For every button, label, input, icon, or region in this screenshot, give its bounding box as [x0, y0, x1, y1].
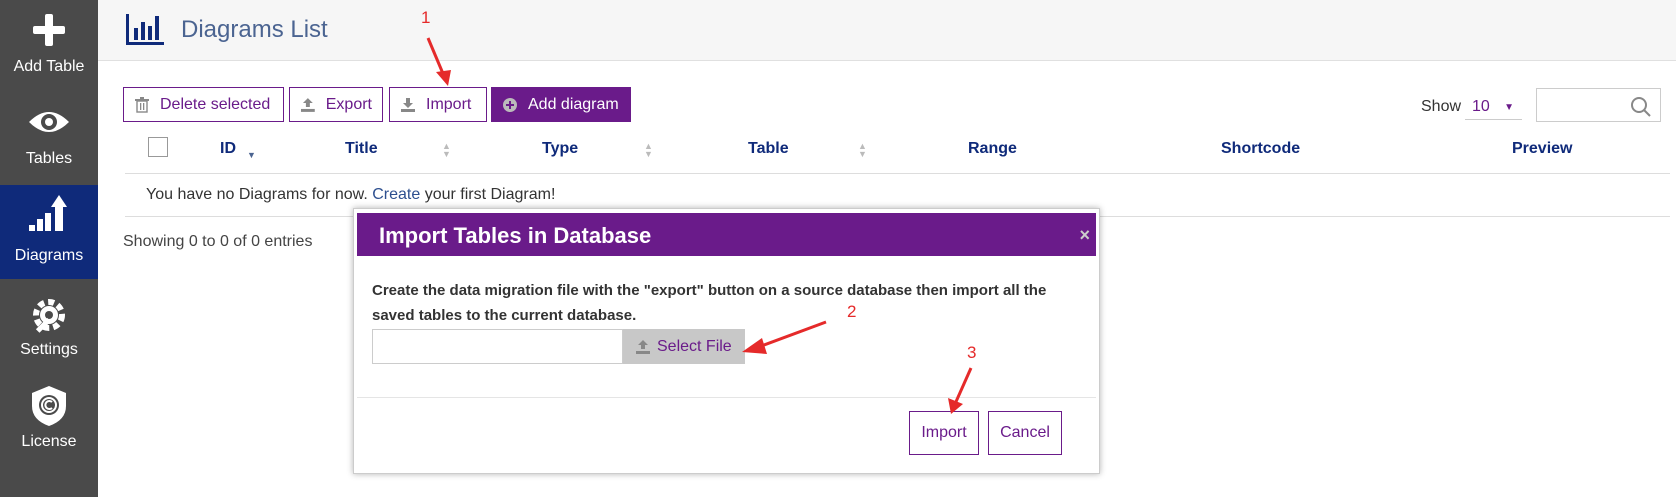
- sidebar-item-settings[interactable]: Settings: [0, 279, 98, 373]
- export-button[interactable]: Export: [289, 87, 383, 122]
- modal-cancel-label: Cancel: [1000, 424, 1050, 441]
- import-modal: Import Tables in Database × Create the d…: [353, 208, 1100, 474]
- download-icon: [401, 97, 415, 112]
- create-diagram-link[interactable]: Create: [372, 186, 420, 203]
- entries-per-page-value: 10: [1472, 98, 1490, 115]
- annotation-number: 3: [967, 343, 977, 362]
- column-header-preview: Preview: [1512, 140, 1573, 157]
- column-header-table[interactable]: Table: [748, 140, 789, 158]
- file-path-field[interactable]: [372, 329, 623, 364]
- page-title: Diagrams List: [181, 16, 328, 43]
- sidebar-item-label: Add Table: [13, 58, 85, 75]
- annotation-number: 2: [847, 302, 857, 321]
- sidebar-item-diagrams[interactable]: Diagrams: [0, 185, 98, 279]
- bar-chart-arrow-icon: [29, 195, 67, 231]
- sidebar-item-tables[interactable]: Tables: [0, 94, 98, 188]
- show-entries-label: Show: [1421, 98, 1462, 115]
- search-icon: [1631, 97, 1651, 117]
- add-diagram-label: Add diagram: [528, 95, 619, 113]
- select-all-checkbox[interactable]: [148, 137, 168, 157]
- upload-icon: [300, 97, 315, 112]
- empty-table-message: You have no Diagrams for now. Create you…: [146, 186, 555, 204]
- empty-text: your first Diagram!: [424, 186, 556, 203]
- modal-import-button[interactable]: Import: [909, 411, 979, 455]
- column-header-type[interactable]: Type: [542, 140, 578, 158]
- eye-icon: [29, 112, 69, 132]
- column-header-title[interactable]: Title: [345, 140, 378, 158]
- trash-icon: [135, 96, 149, 113]
- sidebar-item-license[interactable]: License: [0, 373, 98, 467]
- bar-chart-icon: [126, 14, 164, 45]
- modal-description: Create the data migration file with the …: [372, 282, 1047, 324]
- annotation-number: 1: [421, 8, 431, 27]
- annotation-arrow-icon: [426, 37, 451, 86]
- sidebar-item-add-table[interactable]: Add Table: [0, 0, 98, 94]
- search-input[interactable]: [1536, 88, 1661, 122]
- sidebar-item-label: License: [21, 433, 77, 450]
- sort-icon: ▲ ▼: [442, 141, 451, 159]
- modal-cancel-button[interactable]: Cancel: [988, 411, 1062, 455]
- chevron-down-icon: ▼: [1504, 102, 1514, 113]
- sidebar: Add Table Tables Diagrams Settings Licen…: [0, 0, 98, 497]
- entries-per-page-select[interactable]: 10 ▼: [1465, 96, 1522, 120]
- plus-icon: [33, 14, 65, 46]
- empty-text: You have no Diagrams for now.: [146, 186, 368, 203]
- column-header-id[interactable]: ID: [220, 140, 236, 158]
- upload-icon: [636, 339, 650, 354]
- shield-copyright-icon: [32, 386, 66, 426]
- sort-icon: ▲ ▼: [858, 141, 867, 159]
- divider: [357, 397, 1096, 398]
- export-label: Export: [325, 95, 372, 113]
- column-header-shortcode: Shortcode: [1221, 140, 1301, 157]
- pagination-info: Showing 0 to 0 of 0 entries: [123, 233, 313, 250]
- sidebar-item-label: Tables: [25, 150, 73, 167]
- select-file-button[interactable]: Select File: [623, 329, 745, 364]
- modal-title: Import Tables in Database: [379, 223, 652, 248]
- gear-wrench-icon: [33, 299, 65, 333]
- annotation-arrow-icon: [948, 367, 973, 414]
- delete-selected-button[interactable]: Delete selected: [123, 87, 284, 122]
- sidebar-item-label: Diagrams: [14, 247, 84, 264]
- modal-header: Import Tables in Database ×: [357, 213, 1096, 256]
- sort-icon: ▲ ▼: [644, 141, 653, 159]
- plus-circle-icon: [503, 97, 517, 112]
- delete-selected-label: Delete selected: [160, 95, 271, 113]
- close-icon[interactable]: ×: [1079, 225, 1090, 246]
- import-button[interactable]: Import: [389, 87, 487, 122]
- modal-import-label: Import: [921, 424, 967, 441]
- annotation-arrow-icon: [742, 320, 827, 354]
- page-header: Diagrams List: [98, 0, 1676, 61]
- column-header-range: Range: [968, 140, 1017, 157]
- sidebar-item-label: Settings: [20, 341, 78, 358]
- import-label: Import: [426, 95, 472, 113]
- add-diagram-button[interactable]: Add diagram: [491, 87, 631, 122]
- select-file-label: Select File: [657, 337, 732, 355]
- sort-desc-icon: ▼: [247, 150, 256, 160]
